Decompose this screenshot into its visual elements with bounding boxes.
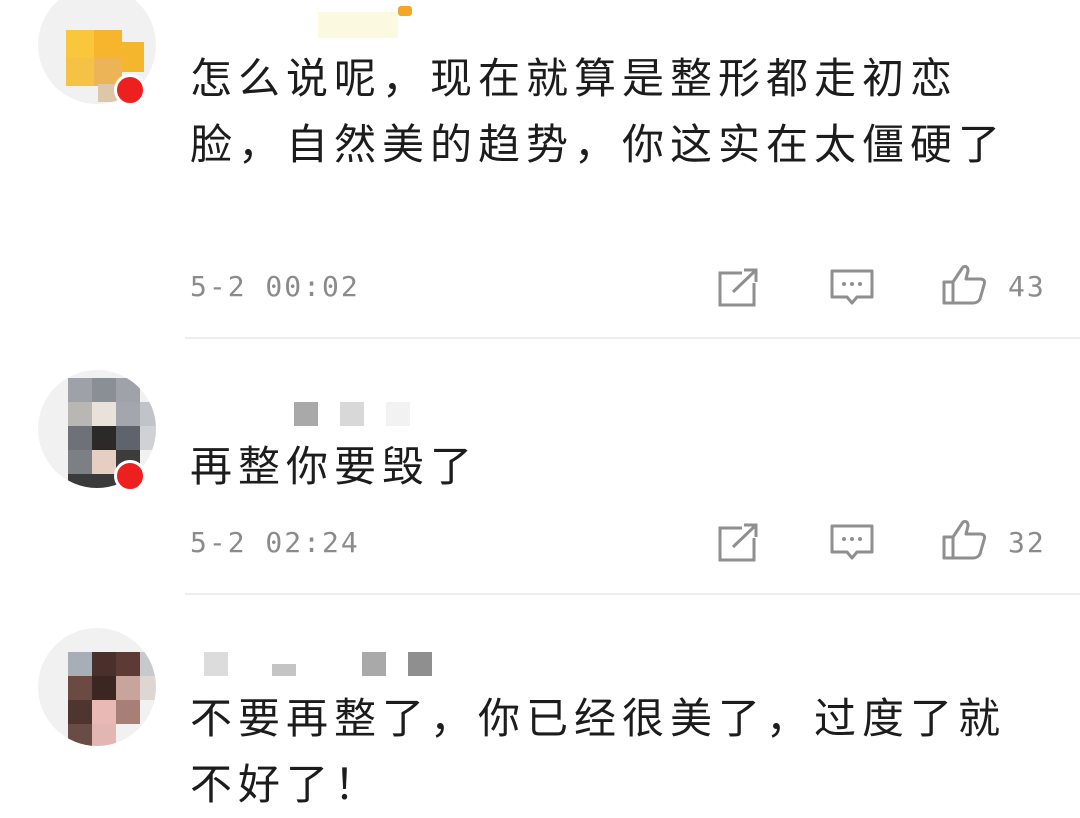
share-icon[interactable] — [716, 520, 764, 564]
comment-text: 再整你要毁了 — [190, 442, 479, 491]
share-icon[interactable] — [716, 265, 764, 309]
comment-item: 不要再整了，你已经很美了，过度了就不好了！ — [0, 594, 1080, 817]
thumbs-up-icon[interactable] — [940, 517, 988, 561]
comment-item: 怎么说呢，现在就算是整形都走初恋脸，自然美的趋势，你这实在太僵硬了 5-2 00… — [0, 0, 1080, 338]
comment-time: 5-2 00:02 — [190, 270, 360, 303]
comment-text: 不要再整了，你已经很美了，过度了就不好了！ — [190, 694, 1007, 809]
verified-badge-icon — [114, 74, 146, 106]
comment-icon[interactable] — [828, 520, 876, 564]
username-redacted[interactable] — [190, 652, 432, 676]
username-redacted[interactable] — [190, 402, 420, 426]
comment-icon[interactable] — [828, 265, 876, 309]
comment-time: 5-2 02:24 — [190, 526, 360, 559]
username-redacted[interactable] — [190, 6, 420, 38]
like-count: 43 — [1008, 270, 1046, 303]
verified-badge-icon — [114, 460, 146, 492]
comment-text: 怎么说呢，现在就算是整形都走初恋脸，自然美的趋势，你这实在太僵硬了 — [190, 54, 1007, 169]
thumbs-up-icon[interactable] — [940, 262, 988, 306]
avatar[interactable] — [38, 628, 156, 746]
comment-item: 再整你要毁了 5-2 02:24 32 — [0, 338, 1080, 594]
like-count: 32 — [1008, 526, 1046, 559]
